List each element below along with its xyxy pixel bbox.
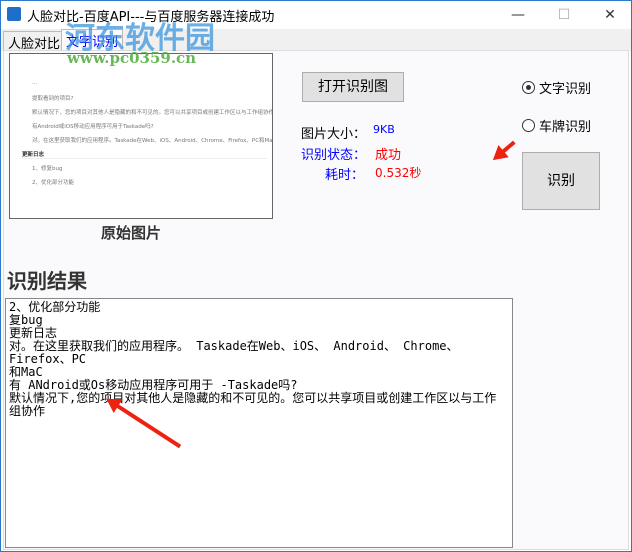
preview-line: ... — [32, 80, 38, 86]
preview-line: 1、修复bug — [32, 166, 63, 172]
preview-line: 提取看到的项目? — [32, 96, 74, 102]
size-label: 图片大小： — [301, 127, 367, 142]
status-label: 识别状态： — [301, 148, 367, 163]
size-value: 9KB — [373, 123, 395, 136]
preview-line: 对。在这里获取我们的应用程序。Taskade在Web、iOS、Android、C… — [32, 138, 273, 144]
result-textarea[interactable]: 2、优化部分功能 复bug 更新日志 对。在这里获取我们的应用程序。 Taska… — [5, 298, 513, 548]
time-label: 耗时： — [325, 168, 365, 183]
radio-unchecked-icon — [522, 119, 535, 132]
result-title: 识别结果 — [7, 269, 87, 293]
recognize-button[interactable]: 识别 — [522, 152, 600, 210]
watermark-url: www.pc0359.cn — [67, 49, 197, 67]
tab-face-compare[interactable]: 人脸对比 — [3, 31, 66, 52]
status-value: 成功 — [375, 148, 402, 163]
open-image-button[interactable]: 打开识别图 — [302, 72, 404, 102]
preview-line: 2、优化部分功能 — [32, 180, 74, 186]
preview-caption: 原始图片 — [101, 224, 162, 242]
radio-text-recognition[interactable]: 文字识别 — [522, 78, 591, 97]
preview-line: 更新日志 — [22, 150, 267, 159]
radio-label: 文字识别 — [539, 82, 592, 97]
minimize-button[interactable]: — — [495, 1, 541, 29]
radio-plate-recognition[interactable]: 车牌识别 — [522, 116, 591, 135]
radio-label: 车牌识别 — [539, 120, 592, 135]
original-image-preview: ... 提取看到的项目? 默认情况下，您的项目对其他人是隐藏的和不可见的。您可以… — [9, 53, 273, 219]
preview-line: 有Android或iOS移动应用程序可用于Taskade吗? — [32, 124, 154, 130]
radio-checked-icon — [522, 81, 535, 94]
close-button[interactable]: ✕ — [587, 1, 632, 29]
app-icon — [7, 7, 21, 21]
maximize-button[interactable]: ☐ — [541, 1, 587, 29]
time-value: 0.532秒 — [375, 166, 422, 180]
preview-line: 默认情况下，您的项目对其他人是隐藏的和不可见的。您可以共享项目或创建工作区以与工… — [32, 110, 273, 116]
